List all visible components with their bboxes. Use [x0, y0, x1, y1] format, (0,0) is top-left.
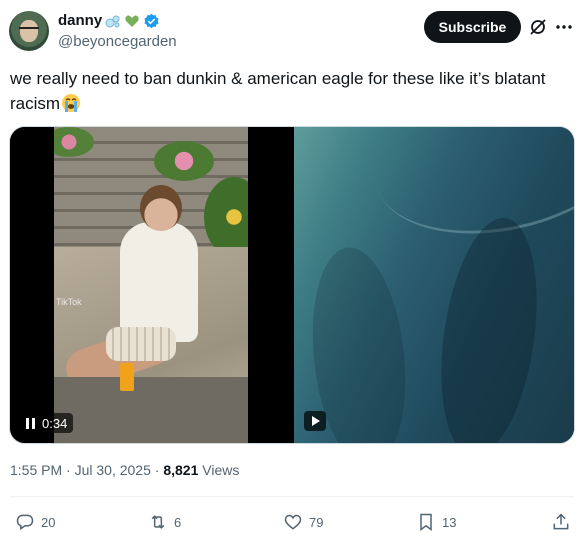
- green-heart-emoji-icon: [125, 15, 139, 27]
- tweet-body: we really need to ban dunkin & american …: [10, 69, 546, 113]
- meta-separator: ·: [62, 462, 75, 478]
- video-1-scene: TikTok: [54, 127, 248, 443]
- verified-badge-icon: [144, 13, 159, 28]
- bookmark-icon: [420, 513, 432, 531]
- user-handle[interactable]: @beyoncegarden: [58, 33, 177, 51]
- tiktok-watermark: TikTok: [56, 297, 82, 307]
- video-thumbnail-1[interactable]: TikTok 0:34: [10, 127, 291, 443]
- scene-person-shirt: [120, 222, 198, 342]
- more-icon[interactable]: [554, 17, 574, 37]
- like-count: 79: [309, 514, 324, 530]
- grok-icon[interactable]: [528, 17, 548, 37]
- avatar[interactable]: [9, 11, 49, 51]
- scene-flowers: [154, 141, 214, 181]
- reply-button[interactable]: 20: [15, 512, 55, 532]
- share-icon: [553, 513, 569, 530]
- views-label: Views: [202, 462, 240, 478]
- reply-icon: [16, 514, 34, 531]
- display-name[interactable]: danny: [58, 12, 102, 30]
- denim-fold-shadow: [427, 211, 551, 443]
- video-1-time: 0:34: [42, 415, 68, 431]
- video-1-time-badge[interactable]: 0:34: [20, 413, 74, 433]
- like-button[interactable]: 79: [283, 512, 323, 532]
- scene-ledge: [54, 377, 248, 443]
- play-icon[interactable]: [304, 411, 326, 431]
- loudly-crying-face-emoji-icon: [62, 94, 81, 112]
- heart-icon: [284, 514, 302, 530]
- bubbles-emoji-icon: [105, 15, 120, 28]
- repost-button[interactable]: 6: [148, 512, 181, 532]
- pause-icon[interactable]: [26, 417, 36, 429]
- views-count: 8,821: [163, 462, 199, 478]
- repost-count: 6: [174, 514, 182, 530]
- bookmark-count: 13: [442, 514, 457, 530]
- meta-separator-2: ·: [150, 462, 164, 478]
- share-button[interactable]: [551, 512, 571, 532]
- scene-person-shorts: [106, 327, 176, 361]
- subscribe-button[interactable]: Subscribe: [424, 11, 521, 43]
- tweet-meta: 1:55 PM · Jul 30, 2025 · 8,821 Views: [10, 461, 239, 479]
- post-time[interactable]: 1:55 PM: [10, 462, 62, 478]
- tweet-text: we really need to ban dunkin & american …: [10, 66, 570, 116]
- author-name-row: danny: [58, 12, 160, 30]
- video-thumbnail-2[interactable]: [294, 127, 574, 443]
- avatar-glasses: [19, 27, 39, 34]
- repost-icon: [151, 515, 165, 529]
- scene-drink: [120, 363, 134, 391]
- reply-count: 20: [41, 514, 56, 530]
- divider: [10, 496, 574, 497]
- tweet: danny @beyoncegarden Subscribe we really…: [0, 0, 584, 540]
- media-grid: TikTok 0:34: [9, 126, 575, 444]
- post-date[interactable]: Jul 30, 2025: [75, 462, 151, 478]
- bookmark-button[interactable]: 13: [416, 512, 456, 532]
- denim-fold-highlight: [361, 127, 574, 256]
- scene-person-head: [140, 185, 182, 231]
